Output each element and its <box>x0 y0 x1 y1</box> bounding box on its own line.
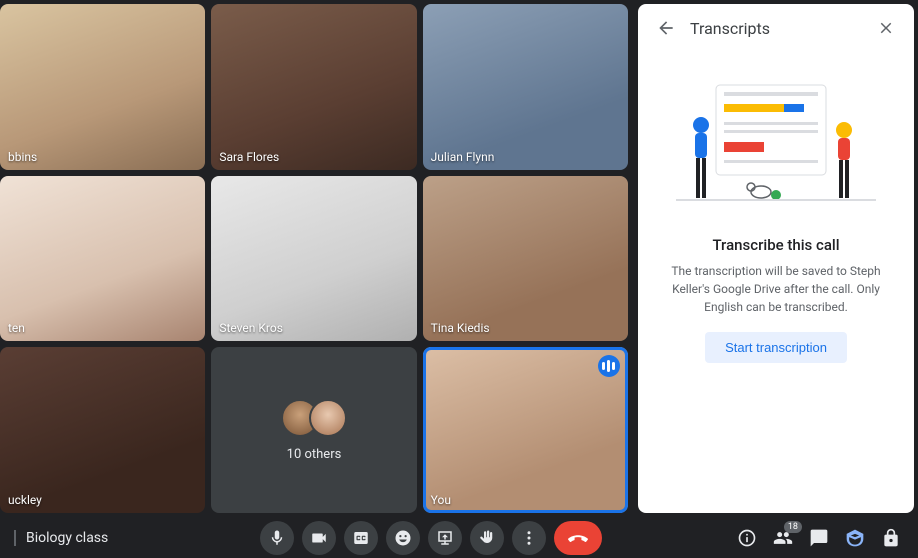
meeting-name: Biology class <box>10 530 108 546</box>
host-controls-button[interactable] <box>880 527 902 549</box>
avatar <box>309 399 347 437</box>
more-options-button[interactable] <box>512 521 546 555</box>
participant-name: Tina Kiedis <box>431 321 490 335</box>
video-grid: bbins Sara Flores Julian Flynn ten Steve… <box>0 0 632 517</box>
raise-hand-button[interactable] <box>470 521 504 555</box>
participant-tile[interactable]: bbins <box>0 4 205 170</box>
present-button[interactable] <box>428 521 462 555</box>
participant-name: uckley <box>8 493 42 507</box>
participant-tile[interactable]: Julian Flynn <box>423 4 628 170</box>
panel-title: Transcripts <box>690 19 862 38</box>
chat-button[interactable] <box>808 527 830 549</box>
participant-name: bbins <box>8 150 37 164</box>
others-avatars <box>281 399 347 437</box>
self-tile[interactable]: You <box>423 347 628 513</box>
activities-button[interactable] <box>844 527 866 549</box>
close-icon[interactable] <box>874 16 898 40</box>
panel-description: The transcription will be saved to Steph… <box>654 262 898 316</box>
hangup-button[interactable] <box>554 521 602 555</box>
right-controls: 18 <box>736 527 908 549</box>
participant-tile[interactable]: Steven Kros <box>211 176 416 342</box>
participant-tile[interactable]: Tina Kiedis <box>423 176 628 342</box>
participant-tile[interactable]: Sara Flores <box>211 4 416 170</box>
others-tile[interactable]: 10 others <box>211 347 416 513</box>
participants-button[interactable]: 18 <box>772 527 794 549</box>
participant-tile[interactable]: uckley <box>0 347 205 513</box>
others-count-label: 10 others <box>287 447 342 462</box>
transcripts-panel: Transcripts <box>638 4 914 513</box>
participant-name: Sara Flores <box>219 150 279 164</box>
back-icon[interactable] <box>654 16 678 40</box>
participant-name: You <box>431 493 451 507</box>
camera-button[interactable] <box>302 521 336 555</box>
panel-heading: Transcribe this call <box>654 236 898 254</box>
panel-illustration <box>654 70 898 220</box>
participant-name: ten <box>8 321 25 335</box>
bottom-bar: Biology class 18 <box>0 517 918 558</box>
start-transcription-button[interactable]: Start transcription <box>705 332 847 363</box>
participant-name: Julian Flynn <box>431 150 495 164</box>
participant-tile[interactable]: ten <box>0 176 205 342</box>
captions-button[interactable] <box>344 521 378 555</box>
meeting-details-button[interactable] <box>736 527 758 549</box>
microphone-button[interactable] <box>260 521 294 555</box>
reactions-button[interactable] <box>386 521 420 555</box>
center-controls <box>260 521 602 555</box>
participants-count-badge: 18 <box>784 521 802 533</box>
participant-name: Steven Kros <box>219 321 283 335</box>
